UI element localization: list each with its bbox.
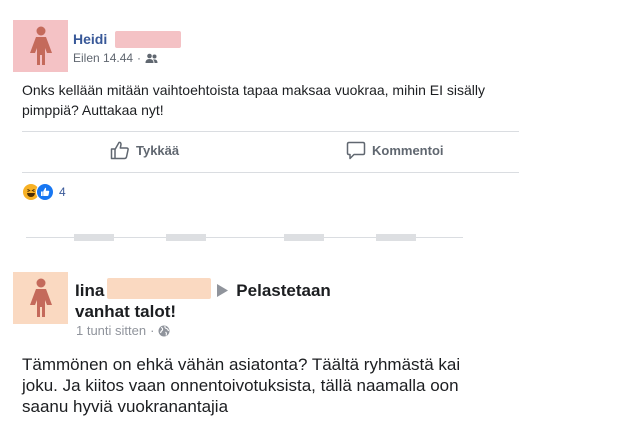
globe-icon bbox=[158, 325, 170, 336]
avatar[interactable] bbox=[13, 20, 68, 72]
redacted-surname bbox=[115, 31, 181, 48]
author-name[interactable]: Heidi bbox=[73, 31, 107, 47]
divider bbox=[22, 172, 519, 173]
comment-button[interactable]: Kommentoi bbox=[346, 141, 444, 160]
separator-segment bbox=[376, 234, 416, 241]
meta-separator: · bbox=[137, 51, 142, 65]
post-header: Iina Pelastetaan vanhat talot! bbox=[75, 280, 345, 322]
triangle-right-icon bbox=[217, 284, 229, 297]
thumbs-up-icon bbox=[110, 141, 129, 160]
like-icon bbox=[36, 183, 54, 201]
separator-segment bbox=[284, 234, 324, 241]
meta-separator: · bbox=[150, 323, 155, 338]
separator-segment bbox=[166, 234, 206, 241]
post-meta: 1 tunti sitten · bbox=[76, 323, 170, 338]
female-avatar-icon bbox=[29, 278, 52, 317]
reaction-count[interactable]: 4 bbox=[59, 185, 66, 199]
post-timestamp[interactable]: Eilen 14.44 bbox=[73, 51, 133, 65]
post-timestamp[interactable]: 1 tunti sitten bbox=[76, 323, 146, 338]
like-button[interactable]: Tykkää bbox=[110, 141, 179, 160]
separator-segment bbox=[74, 234, 114, 241]
divider bbox=[22, 131, 519, 132]
reactions-summary[interactable]: 4 bbox=[22, 183, 66, 201]
comment-icon bbox=[346, 141, 366, 160]
female-avatar-icon bbox=[29, 26, 52, 65]
author-name[interactable]: Iina bbox=[75, 281, 104, 300]
like-label: Tykkää bbox=[136, 143, 180, 158]
friends-icon bbox=[145, 53, 158, 63]
avatar[interactable] bbox=[13, 272, 68, 324]
post-text: Tämmönen on ehkä vähän asiatonta? Täältä… bbox=[22, 355, 461, 416]
post-text: Onks kellään mitään vaihtoehtoista tapaa… bbox=[22, 82, 486, 118]
comment-label: Kommentoi bbox=[372, 143, 444, 158]
group-name[interactable]: Pelastetaan vanhat talot! bbox=[75, 281, 331, 321]
post-meta: Eilen 14.44 · bbox=[73, 51, 158, 65]
